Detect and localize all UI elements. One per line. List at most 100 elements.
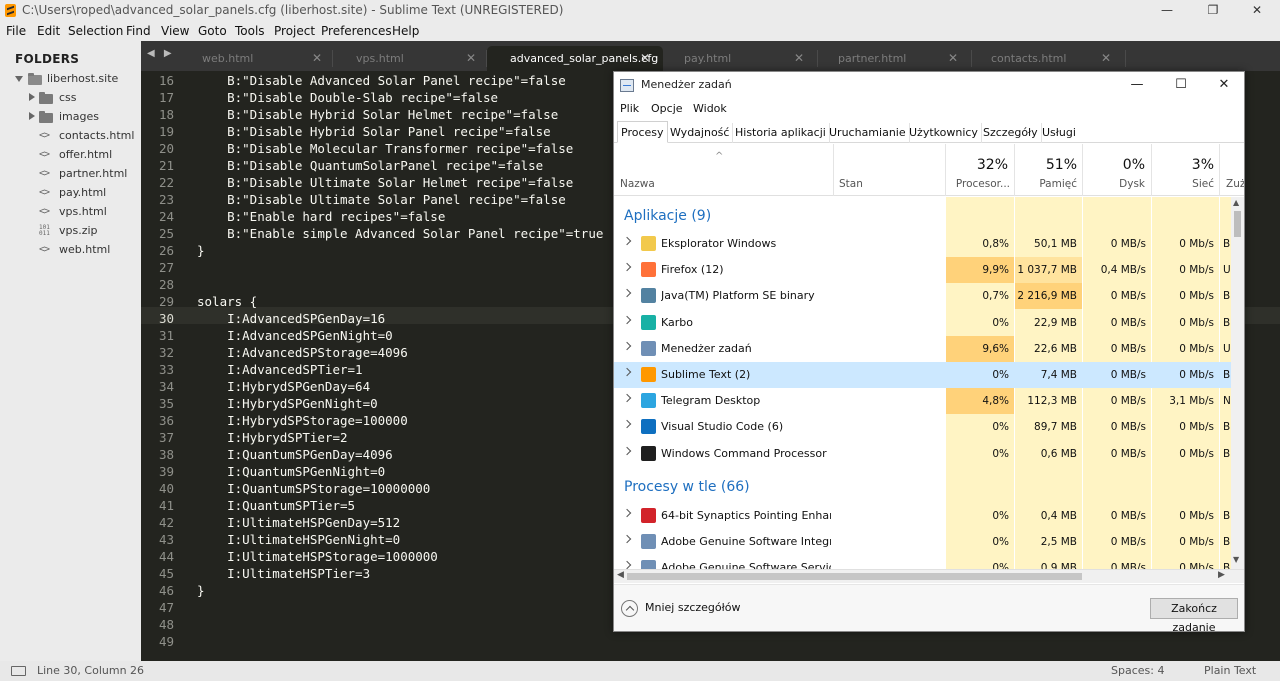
code-line[interactable]: I:AdvancedSPTier=1 (197, 361, 362, 378)
code-line[interactable]: B:"Disable Double-Slab recipe"=false (197, 89, 498, 106)
chevron-right-icon[interactable] (622, 393, 632, 403)
process-row[interactable]: Adobe Genuine Software Servic... 0% 0,9 MB… (614, 555, 1231, 569)
close-icon[interactable]: ✕ (794, 46, 804, 71)
sidebar-item-partner[interactable]: <> partner.html (0, 164, 141, 183)
column-disk[interactable]: Dysk (1083, 178, 1145, 190)
code-line[interactable]: B:"Disable Advanced Solar Panel recipe"=… (197, 72, 566, 89)
tab-uzytkownicy[interactable]: Użytkownicy (906, 123, 982, 143)
code-line[interactable]: I:QuantumSPStorage=10000000 (197, 480, 430, 497)
fewer-details-link[interactable]: Mniej szczegółów (645, 601, 741, 614)
process-row[interactable]: Visual Studio Code (6) 0% 89,7 MB 0 MB/s 0 M… (614, 414, 1231, 440)
process-row[interactable]: Windows Command Processor ... 0% 0,6 MB 0 M… (614, 441, 1231, 467)
chevron-right-icon[interactable] (622, 508, 632, 518)
process-row[interactable]: Karbo 0% 22,9 MB 0 MB/s 0 Mb/s B (614, 310, 1231, 336)
menu-file[interactable]: File (6, 21, 26, 41)
scroll-left-icon[interactable]: ◀ (617, 570, 624, 580)
vertical-scrollbar[interactable]: ▲ ▼ (1231, 197, 1244, 569)
scroll-thumb[interactable] (627, 573, 1082, 580)
code-line[interactable]: } (197, 582, 205, 599)
menu-edit[interactable]: Edit (37, 21, 60, 41)
close-icon[interactable]: ✕ (466, 46, 476, 71)
tab-vps-html[interactable]: vps.html ✕ (356, 46, 486, 71)
tab-pay-html[interactable]: pay.html ✕ (684, 46, 814, 71)
process-row[interactable]: Sublime Text (2) 0% 7,4 MB 0 MB/s 0 Mb/s B (614, 362, 1231, 388)
close-icon[interactable]: ✕ (640, 46, 650, 71)
scroll-thumb[interactable] (1234, 211, 1241, 237)
code-line[interactable]: I:HybrydSPTier=2 (197, 429, 347, 446)
sidebar-item-contacts[interactable]: <> contacts.html (0, 126, 141, 145)
tab-web-html[interactable]: web.html ✕ (202, 46, 332, 71)
code-line[interactable]: I:QuantumSPTier=5 (197, 497, 355, 514)
code-line[interactable]: B:"Disable Hybrid Solar Helmet recipe"=f… (197, 106, 558, 123)
tm-close-button[interactable]: ✕ (1204, 74, 1244, 96)
tab-advanced-solar-panels[interactable]: advanced_solar_panels.cfg ✕ (510, 46, 660, 71)
code-line[interactable]: I:AdvancedSPStorage=4096 (197, 344, 408, 361)
tm-maximize-button[interactable]: ☐ (1161, 74, 1201, 96)
syntax-selector[interactable]: Plain Text (1204, 661, 1256, 681)
chevron-right-icon[interactable] (622, 420, 632, 429)
tm-menu-widok[interactable]: Widok (693, 102, 727, 115)
tab-historia-aplikacji[interactable]: Historia aplikacji (732, 123, 830, 143)
maximize-button[interactable]: ❐ (1190, 0, 1236, 21)
code-line[interactable]: I:HybrydSPStorage=100000 (197, 412, 408, 429)
menu-view[interactable]: View (161, 21, 189, 41)
chevron-right-icon[interactable] (622, 561, 632, 569)
chevron-right-icon[interactable] (622, 262, 632, 272)
console-toggle-icon[interactable] (11, 666, 26, 676)
code-line[interactable]: B:"Disable QuantumSolarPanel recipe"=fal… (197, 157, 543, 174)
scroll-right-icon[interactable]: ▶ (1218, 570, 1225, 580)
column-name[interactable]: Nazwa (620, 178, 655, 190)
indentation-setting[interactable]: Spaces: 4 (1111, 661, 1164, 681)
minimize-button[interactable]: — (1144, 0, 1190, 21)
scroll-down-icon[interactable]: ▼ (1233, 555, 1239, 564)
code-line[interactable]: B:"Disable Hybrid Solar Panel recipe"=fa… (197, 123, 551, 140)
sidebar-item-images[interactable]: images (0, 107, 141, 126)
chevron-right-icon[interactable] (622, 367, 632, 377)
column-cpu[interactable]: Procesor... (946, 178, 1010, 190)
sidebar-item-pay[interactable]: <> pay.html (0, 183, 141, 202)
process-row[interactable]: Java(TM) Platform SE binary 0,7% 2 216,9 M… (614, 283, 1231, 310)
tab-navigation-arrows[interactable]: ◀ ▶ (147, 48, 175, 59)
sidebar-item-vps-html[interactable]: <> vps.html (0, 202, 141, 221)
tm-menu-opcje[interactable]: Opcje (651, 102, 683, 115)
code-line[interactable]: I:UltimateHSPGenNight=0 (197, 531, 400, 548)
tm-menu-plik[interactable]: Plik (620, 102, 639, 115)
sidebar-item-vps-zip[interactable]: 101 011 vps.zip (0, 221, 141, 240)
tab-uslugi[interactable]: Usługi (1039, 123, 1079, 143)
chevron-right-icon[interactable] (622, 236, 632, 246)
close-icon[interactable]: ✕ (948, 46, 958, 71)
process-row[interactable]: Eksplorator Windows 0,8% 50,1 MB 0 MB/s 0 Mb… (614, 231, 1231, 257)
menu-find[interactable]: Find (126, 21, 151, 41)
code-line[interactable]: I:UltimateHSPGenDay=512 (197, 514, 400, 531)
tab-procesy[interactable]: Procesy (617, 121, 668, 143)
column-network[interactable]: Sieć (1152, 178, 1214, 190)
menu-selection[interactable]: Selection (68, 21, 123, 41)
close-icon[interactable]: ✕ (312, 46, 322, 71)
close-icon[interactable]: ✕ (1101, 46, 1111, 71)
tab-uruchamianie[interactable]: Uruchamianie (826, 123, 910, 143)
tm-minimize-button[interactable]: — (1117, 74, 1157, 96)
code-line[interactable]: I:UltimateHSPTier=3 (197, 565, 370, 582)
menu-tools[interactable]: Tools (235, 21, 265, 41)
chevron-right-icon[interactable] (622, 534, 632, 544)
code-line[interactable]: I:HybrydSPGenDay=64 (197, 378, 370, 395)
menu-goto[interactable]: Goto (198, 21, 227, 41)
menu-preferences[interactable]: Preferences (321, 21, 392, 41)
code-line[interactable]: I:AdvancedSPGenNight=0 (197, 327, 393, 344)
code-line[interactable]: B:"Enable simple Advanced Solar Panel re… (197, 225, 603, 242)
code-line[interactable]: I:AdvancedSPGenDay=16 (197, 310, 385, 327)
process-row[interactable]: Firefox (12) 9,9% 1 037,7 MB 0,4 MB/s 0 Mb/s… (614, 257, 1231, 284)
horizontal-scrollbar[interactable]: ◀ ▶ (614, 569, 1244, 583)
menu-help[interactable]: Help (392, 21, 419, 41)
scroll-up-icon[interactable]: ▲ (1233, 198, 1239, 207)
code-line[interactable]: } (197, 242, 205, 259)
column-memory[interactable]: Pamięć (1015, 178, 1077, 190)
tab-partner-html[interactable]: partner.html ✕ (838, 46, 968, 71)
process-row[interactable]: Adobe Genuine Software Integri... 0% 2,5 M… (614, 529, 1231, 555)
code-line[interactable]: B:"Enable hard recipes"=false (197, 208, 445, 225)
process-row[interactable]: 64-bit Synaptics Pointing Enhan... 0% 0,4 … (614, 503, 1231, 529)
column-power[interactable]: Zuż (1226, 178, 1244, 190)
code-line[interactable]: I:QuantumSPGenNight=0 (197, 463, 385, 480)
tab-wydajnosc[interactable]: Wydajność (667, 123, 734, 143)
chevron-right-icon[interactable] (622, 341, 632, 351)
